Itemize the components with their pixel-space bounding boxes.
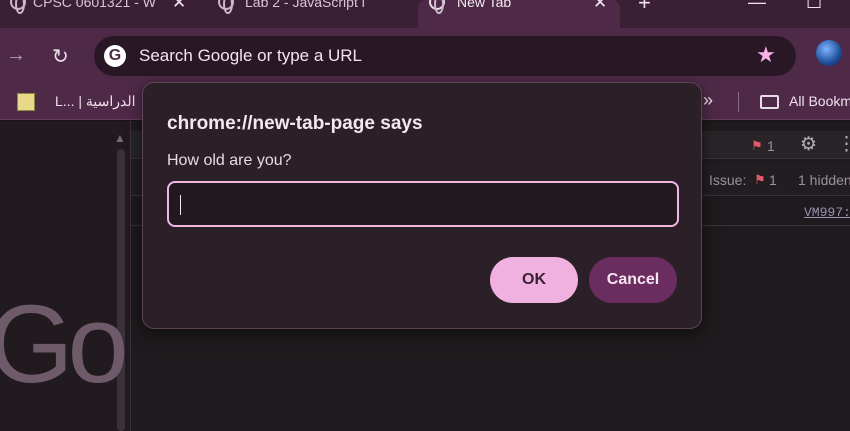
toolbar: → ↻ G Search Google or type a URL ★: [0, 28, 850, 84]
tab-lab2[interactable]: Lab 2 - JavaScript i: [205, 0, 415, 28]
cancel-button[interactable]: Cancel: [589, 257, 677, 303]
bookmarks-overflow-button[interactable]: »: [703, 90, 713, 111]
tab-cpsc[interactable]: CPSC 0601321 - W ✕: [0, 0, 200, 28]
globe-icon: [10, 0, 26, 14]
new-tab-page: ▲ Go: [0, 121, 130, 431]
dialog-message: How old are you?: [167, 152, 292, 169]
omnibox-placeholder: Search Google or type a URL: [139, 46, 363, 65]
globe-icon: [218, 0, 234, 14]
tab-title: CPSC 0601321 - W: [33, 0, 156, 10]
text-caret: [180, 195, 181, 215]
issue-flag-icon: ⚑: [751, 138, 763, 153]
prompt-input[interactable]: [167, 181, 679, 227]
bookmarks-separator: [738, 92, 739, 112]
folder-icon: [760, 95, 779, 109]
close-icon[interactable]: ✕: [593, 0, 607, 13]
bookmark-star-icon[interactable]: ★: [756, 42, 776, 68]
issue-count[interactable]: 1: [767, 138, 775, 154]
chrome-icon: [429, 0, 445, 14]
tab-new-tab[interactable]: New Tab ✕: [418, 0, 620, 28]
issues-label: Issue:: [709, 172, 747, 188]
issue-flag-icon: ⚑: [754, 172, 766, 187]
gear-icon[interactable]: ⚙: [800, 133, 817, 156]
bookmark-favicon: [17, 93, 35, 111]
new-tab-button[interactable]: +: [638, 0, 651, 16]
hidden-count[interactable]: 1 hidden: [798, 172, 850, 188]
console-source-link[interactable]: VM997:: [804, 205, 850, 220]
google-logo: Go: [0, 283, 129, 406]
google-g-icon: G: [104, 45, 126, 67]
all-bookmarks-button[interactable]: All Bookm: [789, 93, 850, 109]
prompt-dialog: chrome://new-tab-page says How old are y…: [142, 82, 702, 329]
tab-title: New Tab: [457, 0, 512, 10]
close-icon[interactable]: ✕: [172, 0, 186, 13]
scroll-up-arrow-icon[interactable]: ▲: [114, 131, 126, 145]
reload-icon[interactable]: ↻: [52, 44, 69, 69]
bookmark-item[interactable]: L... | الدراسية: [55, 93, 136, 110]
minimize-button[interactable]: —: [748, 0, 766, 13]
ok-button[interactable]: OK: [490, 257, 578, 303]
profile-avatar-icon[interactable]: [816, 40, 842, 66]
dialog-title: chrome://new-tab-page says: [167, 113, 423, 134]
forward-icon[interactable]: →: [6, 44, 26, 67]
tab-title: Lab 2 - JavaScript i: [245, 0, 365, 10]
maximize-button[interactable]: ☐: [806, 0, 822, 13]
issues-count[interactable]: 1: [769, 172, 777, 188]
omnibox[interactable]: G Search Google or type a URL ★: [94, 36, 796, 76]
more-options-icon[interactable]: ⋮: [837, 133, 850, 156]
tab-strip: CPSC 0601321 - W ✕ Lab 2 - JavaScript i …: [0, 0, 850, 28]
